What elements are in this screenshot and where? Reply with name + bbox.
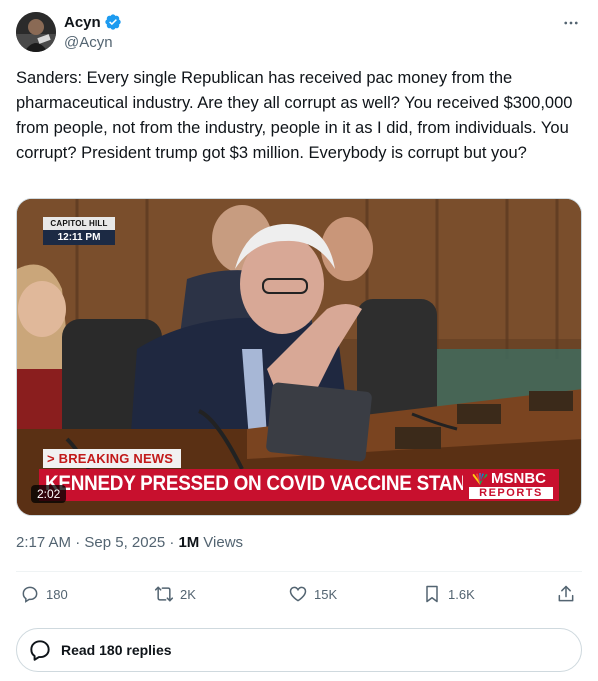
read-replies-button[interactable]: Read 180 replies [16, 628, 582, 672]
tweet-text: Sanders: Every single Republican has rec… [16, 69, 578, 162]
author-handle[interactable]: @Acyn [64, 34, 122, 51]
video-duration: 2:02 [31, 485, 67, 503]
action-bar: 180 2K 15K 1.6K [16, 584, 582, 610]
repost-button[interactable]: 2K [154, 584, 196, 604]
like-button[interactable]: 15K [288, 584, 337, 604]
bookmark-button[interactable]: 1.6K [422, 584, 475, 604]
broadcast-time: 12:11 PM [43, 230, 115, 245]
reply-button[interactable]: 180 [20, 584, 68, 604]
author-display-name[interactable]: Acyn [64, 14, 101, 31]
repost-icon [154, 586, 174, 602]
location-label: CAPITOL HILL [43, 217, 115, 230]
tweet-timestamp[interactable]: 2:17 AM · Sep 5, 2025 · [16, 534, 174, 551]
peacock-icon [472, 472, 488, 485]
tweet-meta: 2:17 AM · Sep 5, 2025 · 1M Views [16, 534, 243, 551]
bookmark-count: 1.6K [448, 586, 475, 602]
network-name: MSNBC [491, 470, 546, 487]
breaking-news-label: > BREAKING NEWS [43, 449, 182, 468]
video-player[interactable]: CAPITOL HILL 12:11 PM > BREAKING NEWS KE… [16, 198, 582, 516]
location-badge: CAPITOL HILL 12:11 PM [43, 217, 115, 245]
bookmark-icon [426, 585, 438, 603]
tweet-header: Acyn @Acyn [16, 12, 582, 56]
like-count: 15K [314, 586, 338, 602]
verified-badge-icon [104, 13, 122, 31]
like-icon [289, 586, 307, 602]
read-replies-label: Read 180 replies [61, 642, 172, 658]
share-button[interactable] [556, 584, 576, 604]
reply-count: 180 [46, 586, 68, 602]
views-count: 1M [178, 534, 200, 551]
reply-icon [22, 586, 38, 603]
author-names: Acyn @Acyn [64, 12, 122, 51]
speech-bubble-icon [30, 640, 50, 661]
views-label: Views [203, 534, 244, 551]
program-name: REPORTS [469, 487, 553, 499]
share-icon [558, 585, 574, 602]
more-icon[interactable] [560, 12, 582, 34]
avatar[interactable] [16, 12, 56, 52]
repost-count: 2K [180, 586, 196, 602]
network-logo: MSNBC REPORTS [463, 469, 559, 501]
divider [16, 571, 582, 572]
chyron-headline: KENNEDY PRESSED ON COVID VACCINE STANCE [45, 472, 492, 495]
